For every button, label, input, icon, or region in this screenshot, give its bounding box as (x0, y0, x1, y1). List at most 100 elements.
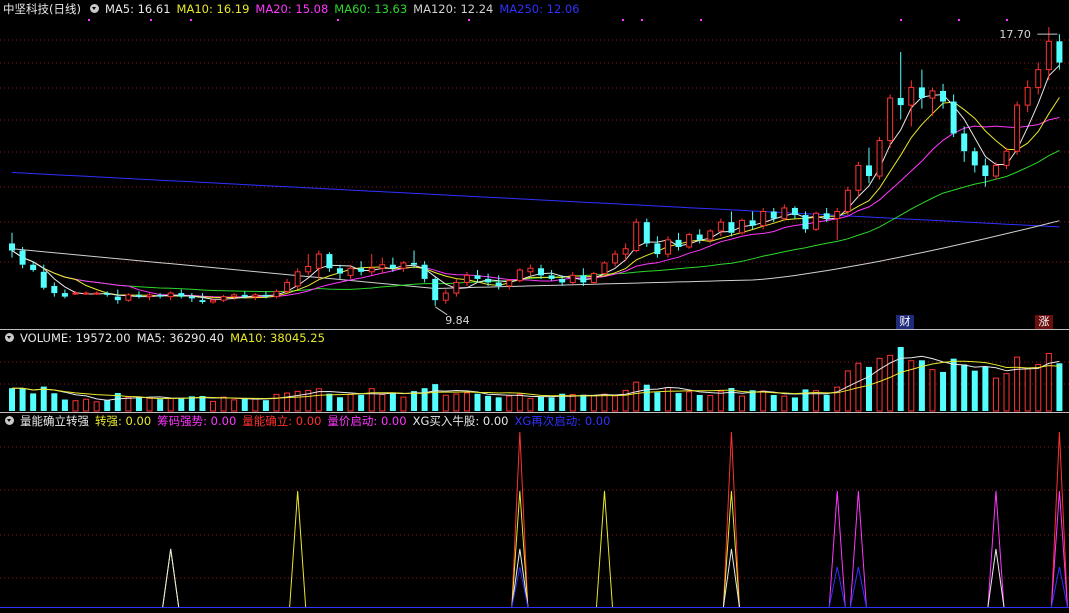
volume-bar (146, 397, 153, 412)
volume-bar (368, 388, 375, 412)
candle-body (675, 239, 682, 247)
candle-body (389, 264, 396, 269)
ma60-line (11, 150, 1060, 293)
candle-body (358, 268, 365, 272)
volume-bar (326, 393, 333, 411)
candle-body (495, 282, 502, 286)
volume-bar (421, 388, 428, 411)
volume-bar (51, 393, 58, 411)
volume-bar (252, 398, 259, 412)
volume-bar (463, 392, 470, 412)
volume-bar (781, 395, 788, 412)
xg-second-start-readout: XG再次启动: 0.00 (514, 414, 611, 428)
candle-body (1035, 69, 1042, 88)
stock-chart-window: 17.70 9.84 中坚科技(日线) MA5: 16.61 MA10: 16.19 M… (0, 0, 1069, 613)
candle-body (728, 222, 735, 233)
candle-body (432, 278, 439, 301)
volume-bar (1024, 367, 1031, 412)
candle-body (40, 271, 47, 288)
candle-body (749, 220, 756, 226)
volume-bar (485, 395, 492, 411)
candle-body (368, 267, 375, 273)
volume-bar (929, 369, 936, 412)
candle-body (992, 164, 999, 177)
signal-dot (150, 19, 152, 21)
candle-body (707, 230, 714, 241)
candle-body (823, 213, 830, 219)
candle-body (188, 296, 195, 299)
candle-body (696, 234, 703, 240)
candle-body (51, 285, 58, 294)
candle-body (379, 264, 386, 269)
candle-body (220, 296, 227, 301)
volume-bar (982, 366, 989, 411)
chart-canvas[interactable]: 17.70 9.84 (0, 0, 1069, 613)
candle-body (178, 293, 185, 297)
volume-bar (72, 400, 79, 412)
volume-bar (83, 398, 90, 412)
candle-body (654, 243, 661, 255)
volume-bar (40, 386, 47, 411)
ma10-readout: MA10: 16.19 (176, 2, 250, 16)
volume-bar (961, 364, 968, 411)
candle-body (104, 293, 111, 295)
candle-body (580, 275, 587, 283)
indicator-name: 量能确立转强 (20, 414, 89, 428)
stock-title: 中坚科技(日线) (3, 2, 81, 16)
dropdown-circle-icon[interactable] (5, 333, 14, 342)
volume-bar (686, 391, 693, 412)
volume-bar (241, 398, 248, 411)
candle-body (633, 221, 640, 252)
volume-bar (548, 397, 555, 411)
limit-up-badge[interactable]: 涨 (1035, 315, 1053, 329)
candle-body (326, 254, 333, 269)
volume-bar (506, 395, 513, 412)
candle-body (135, 294, 142, 297)
volume-bar (262, 400, 269, 411)
volume-bar (1056, 363, 1063, 411)
volume-bar (865, 366, 872, 411)
volume-bar (675, 393, 682, 411)
volume-panel-header: VOLUME: 19572.00 MA5: 36290.40 MA10: 38045… (0, 331, 331, 346)
candle-body (167, 292, 174, 298)
candle-body (411, 262, 418, 265)
volume-bar (389, 393, 396, 411)
candle-body (643, 222, 650, 244)
candle-body (262, 294, 269, 297)
volume-bar (495, 397, 502, 411)
volume-bar (527, 398, 534, 412)
candle-body (887, 97, 894, 142)
candle-body (463, 274, 470, 283)
candle-body (791, 207, 798, 216)
volume-bar (442, 394, 449, 412)
candle-body (1056, 41, 1063, 63)
high-price-label: 17.70 (999, 28, 1030, 41)
volume-readout: VOLUME: 19572.00 (20, 331, 131, 345)
dropdown-circle-icon[interactable] (89, 4, 99, 13)
volume-bar (770, 394, 777, 411)
candle-body (548, 275, 555, 279)
candle-body (305, 265, 312, 273)
dropdown-circle-icon[interactable] (5, 416, 14, 425)
volume-bar (135, 397, 142, 411)
volume-bar (876, 357, 883, 412)
volume-bar (210, 400, 217, 412)
ma20-line (11, 117, 1060, 298)
volume-bar (9, 388, 15, 411)
volume-bar (707, 395, 714, 412)
candle-body (72, 292, 79, 295)
candle-body (739, 219, 746, 234)
candle-body (442, 292, 449, 301)
candle-body (400, 262, 407, 269)
volume-bar (590, 395, 597, 412)
volume-bar (273, 393, 280, 412)
candle-body (9, 243, 15, 251)
ma60-readout: MA60: 13.63 (334, 2, 408, 16)
candle-body (686, 234, 693, 248)
ma120-readout: MA120: 12.24 (413, 2, 494, 16)
volume-bar (284, 392, 291, 412)
volume-bar (643, 384, 650, 411)
finance-event-badge[interactable]: 财 (896, 315, 914, 329)
candle-body (982, 165, 989, 177)
volume-bar (601, 393, 608, 412)
